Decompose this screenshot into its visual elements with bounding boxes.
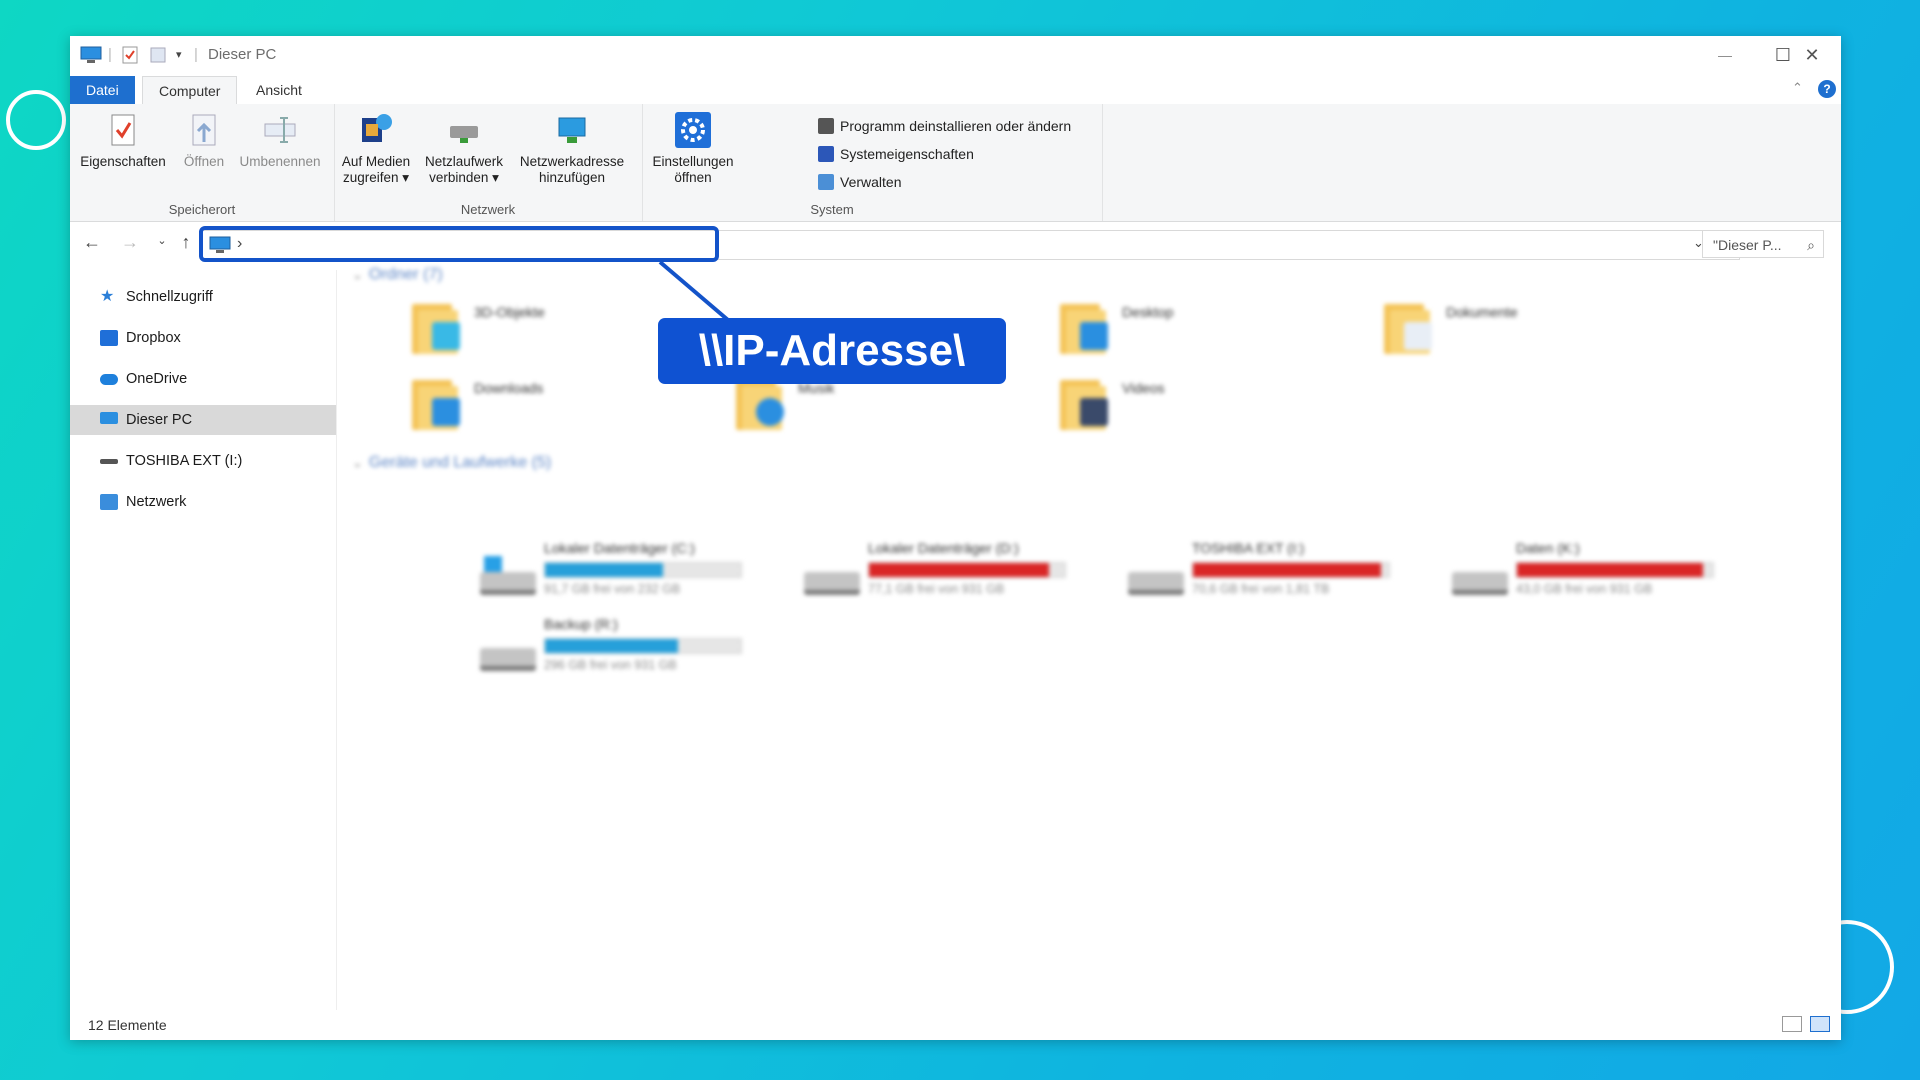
- ip-address-callout: \\IP-Adresse\: [658, 318, 1006, 384]
- callout-connector: [658, 260, 730, 322]
